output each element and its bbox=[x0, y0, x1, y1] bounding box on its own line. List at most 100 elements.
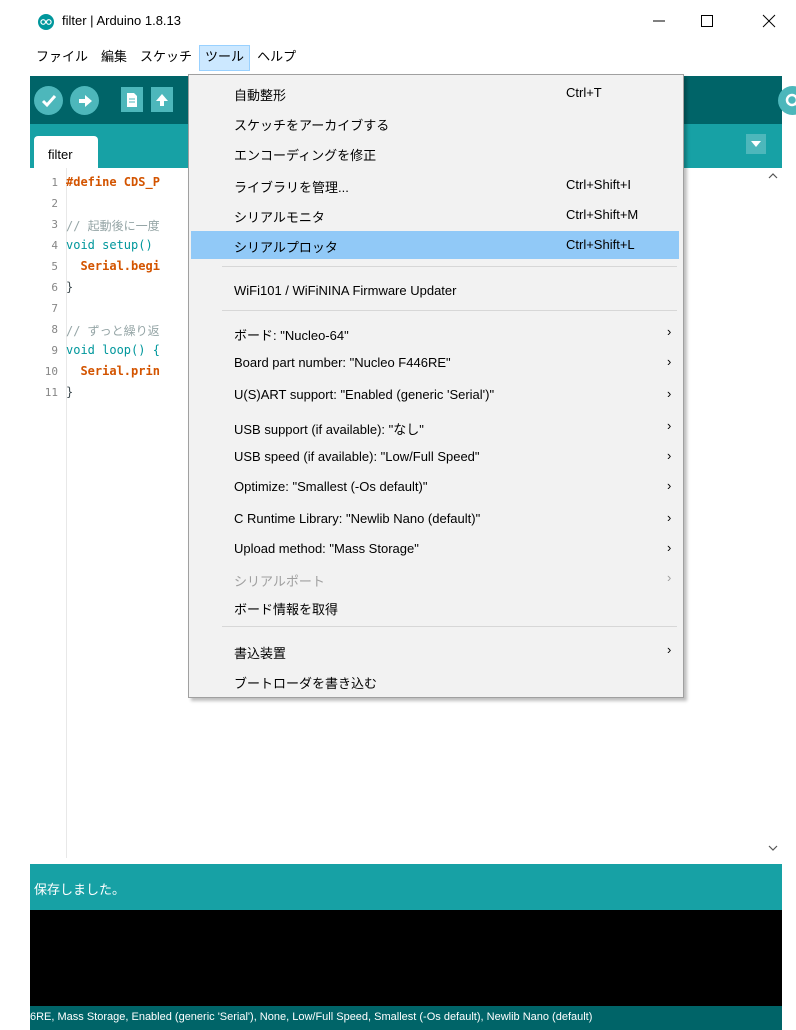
menu-item-label: USB speed (if available): "Low/Full Spee… bbox=[234, 449, 480, 464]
menu-item-shortcut: Ctrl+T bbox=[566, 85, 602, 100]
verify-button[interactable] bbox=[34, 86, 63, 115]
status-message: 保存しました。 bbox=[34, 883, 126, 898]
menu-item-label: ライブラリを管理... bbox=[234, 180, 349, 195]
tab-filter[interactable]: filter bbox=[34, 136, 98, 168]
code-line: void setup() bbox=[66, 238, 153, 252]
code-line: } bbox=[66, 385, 74, 399]
menu-tools[interactable]: ツール bbox=[199, 45, 251, 71]
menu-item-label: C Runtime Library: "Newlib Nano (default… bbox=[234, 511, 481, 526]
open-sketch-button[interactable] bbox=[151, 87, 173, 112]
chevron-right-icon: › bbox=[667, 570, 672, 585]
line-number: 6 bbox=[51, 281, 58, 294]
line-number: 2 bbox=[51, 197, 58, 210]
menu-item-shortcut: Ctrl+Shift+I bbox=[566, 177, 632, 192]
code-line: #define CDS_P bbox=[66, 175, 160, 189]
code-line: Serial.prin bbox=[66, 364, 160, 378]
checkmark-icon bbox=[41, 94, 56, 107]
serial-monitor-button[interactable] bbox=[778, 86, 796, 115]
menu-item-shortcut: Ctrl+Shift+M bbox=[566, 207, 639, 222]
menu-item-label: U(S)ART support: "Enabled (generic 'Seri… bbox=[234, 387, 495, 402]
menu-item-label: Upload method: "Mass Storage" bbox=[234, 541, 419, 556]
menu-item-serial-port[interactable]: シリアルポート › bbox=[191, 565, 679, 593]
chevron-up-icon[interactable] bbox=[764, 168, 782, 184]
line-number: 10 bbox=[44, 365, 58, 378]
menu-separator bbox=[222, 310, 677, 311]
maximize-button[interactable] bbox=[696, 10, 718, 32]
status-bar: 保存しました。 bbox=[30, 864, 782, 910]
menu-item-fix-encoding[interactable]: エンコーディングを修正 bbox=[191, 139, 679, 167]
menu-item-usb-speed[interactable]: USB speed (if available): "Low/Full Spee… bbox=[191, 443, 679, 471]
code-line: // ずっと繰り返 bbox=[66, 324, 160, 338]
close-button[interactable] bbox=[758, 10, 780, 32]
menu-item-label: ブートローダを書き込む bbox=[234, 676, 378, 691]
new-sketch-button[interactable] bbox=[121, 87, 143, 112]
chevron-right-icon: › bbox=[667, 478, 672, 493]
menu-item-serial-plotter[interactable]: シリアルプロッタ Ctrl+Shift+L bbox=[191, 231, 679, 259]
menu-item-shortcut: Ctrl+Shift+L bbox=[566, 237, 635, 252]
line-number: 1 bbox=[51, 176, 58, 189]
line-number: 11 bbox=[44, 386, 58, 399]
menu-item-usb-support[interactable]: USB support (if available): "なし" › bbox=[191, 413, 679, 441]
menu-item-board-part-number[interactable]: Board part number: "Nucleo F446RE" › bbox=[191, 349, 679, 377]
menu-item-label: シリアルプロッタ bbox=[234, 240, 338, 255]
menu-item-board[interactable]: ボード: "Nucleo-64" › bbox=[191, 319, 679, 347]
board-info-text: 6RE, Mass Storage, Enabled (generic 'Ser… bbox=[30, 1011, 593, 1023]
menu-item-label: ボード: "Nucleo-64" bbox=[234, 328, 349, 343]
menu-bar: ファイル 編集 スケッチ ツール ヘルプ bbox=[30, 44, 796, 72]
upload-button[interactable] bbox=[70, 86, 99, 115]
menu-file[interactable]: ファイル bbox=[30, 45, 94, 71]
menu-separator bbox=[222, 266, 677, 267]
menu-item-serial-monitor[interactable]: シリアルモニタ Ctrl+Shift+M bbox=[191, 201, 679, 229]
chevron-right-icon: › bbox=[667, 540, 672, 555]
menu-sketch[interactable]: スケッチ bbox=[134, 45, 198, 71]
triangle-down-icon bbox=[751, 141, 761, 147]
line-number: 8 bbox=[51, 323, 58, 336]
tab-label: filter bbox=[48, 147, 73, 162]
chevron-down-icon[interactable] bbox=[764, 840, 782, 856]
vertical-scrollbar[interactable] bbox=[764, 168, 782, 858]
code-line: // 起動後に一度 bbox=[66, 219, 160, 233]
menu-item-usart-support[interactable]: U(S)ART support: "Enabled (generic 'Seri… bbox=[191, 381, 679, 409]
chevron-right-icon: › bbox=[667, 510, 672, 525]
menu-edit[interactable]: 編集 bbox=[95, 45, 133, 71]
menu-item-label: 書込装置 bbox=[234, 646, 287, 661]
menu-item-auto-format[interactable]: 自動整形 Ctrl+T bbox=[191, 79, 679, 107]
menu-item-optimize[interactable]: Optimize: "Smallest (-Os default)" › bbox=[191, 473, 679, 501]
board-info-footer: 6RE, Mass Storage, Enabled (generic 'Ser… bbox=[30, 1006, 782, 1030]
chevron-right-icon: › bbox=[667, 324, 672, 339]
line-number: 9 bbox=[51, 344, 58, 357]
menu-item-label: USB support (if available): "なし" bbox=[234, 422, 424, 437]
line-number: 7 bbox=[51, 302, 58, 315]
menu-item-upload-method[interactable]: Upload method: "Mass Storage" › bbox=[191, 535, 679, 563]
code-line: } bbox=[66, 280, 74, 294]
menu-item-label: WiFi101 / WiFiNINA Firmware Updater bbox=[234, 283, 457, 298]
window-title: filter | Arduino 1.8.13 bbox=[62, 13, 182, 28]
menu-item-label: Optimize: "Smallest (-Os default)" bbox=[234, 479, 428, 494]
menu-item-label: エンコーディングを修正 bbox=[234, 148, 377, 163]
arrow-right-icon bbox=[78, 94, 92, 107]
menu-item-c-runtime-library[interactable]: C Runtime Library: "Newlib Nano (default… bbox=[191, 505, 679, 533]
upload-arrow-icon bbox=[156, 93, 168, 106]
menu-separator bbox=[222, 626, 677, 627]
menu-item-archive-sketch[interactable]: スケッチをアーカイブする bbox=[191, 109, 679, 137]
chevron-right-icon: › bbox=[667, 386, 672, 401]
menu-item-programmer[interactable]: 書込装置 › bbox=[191, 637, 679, 665]
line-number: 5 bbox=[51, 260, 58, 273]
chevron-right-icon: › bbox=[667, 354, 672, 369]
line-number: 4 bbox=[51, 239, 58, 252]
menu-help[interactable]: ヘルプ bbox=[251, 45, 302, 71]
tab-menu-button[interactable] bbox=[746, 134, 766, 154]
menu-item-manage-libraries[interactable]: ライブラリを管理... Ctrl+Shift+I bbox=[191, 171, 679, 199]
menu-item-get-board-info[interactable]: ボード情報を取得 bbox=[191, 593, 679, 621]
minimize-button[interactable] bbox=[648, 10, 670, 32]
arduino-logo-icon bbox=[38, 14, 54, 30]
chevron-right-icon: › bbox=[667, 448, 672, 463]
menu-item-label: スケッチをアーカイブする bbox=[234, 118, 390, 133]
title-bar: filter | Arduino 1.8.13 bbox=[0, 0, 796, 44]
menu-item-burn-bootloader[interactable]: ブートローダを書き込む bbox=[191, 667, 679, 695]
menu-item-firmware-updater[interactable]: WiFi101 / WiFiNINA Firmware Updater bbox=[191, 277, 679, 305]
console-output[interactable] bbox=[30, 910, 782, 1006]
document-icon bbox=[127, 92, 137, 107]
tools-menu: 自動整形 Ctrl+T スケッチをアーカイブする エンコーディングを修正 ライブ… bbox=[188, 74, 684, 698]
menu-item-label: シリアルモニタ bbox=[234, 210, 325, 225]
